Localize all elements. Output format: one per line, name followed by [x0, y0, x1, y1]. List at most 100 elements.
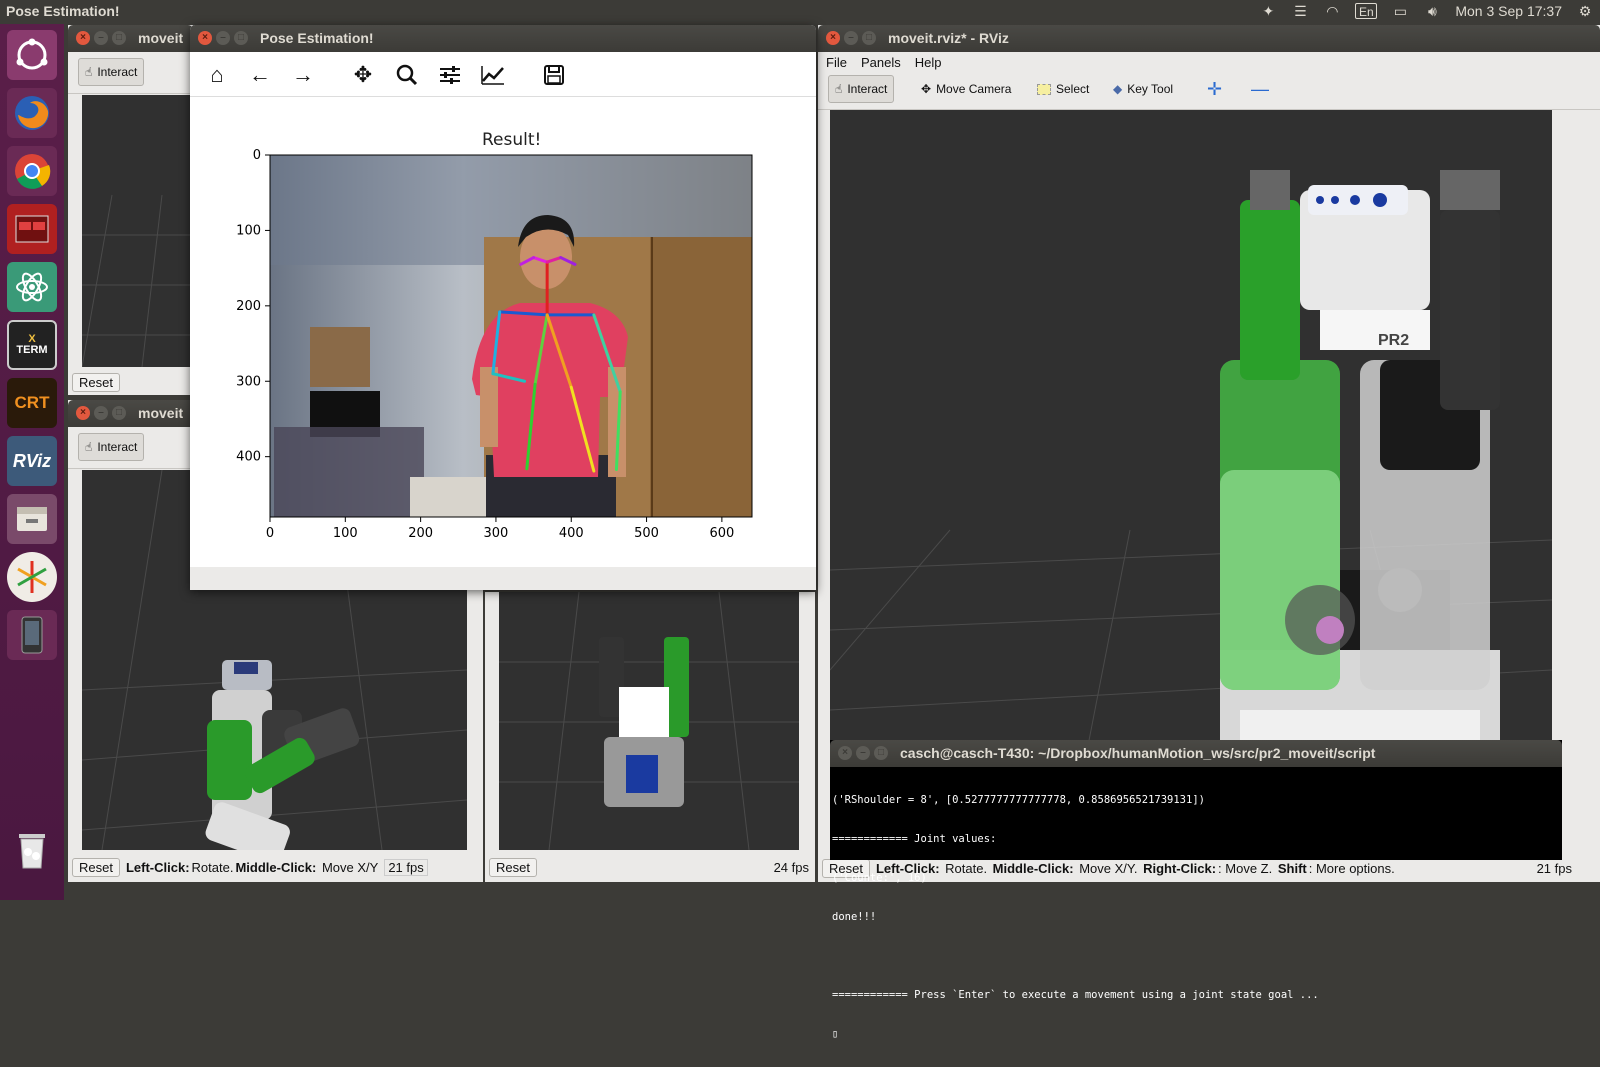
- minimize-icon[interactable]: –: [94, 406, 108, 420]
- fps-counter: 21 fps: [1536, 861, 1572, 876]
- compass-app-icon[interactable]: [7, 552, 57, 602]
- camera-image: [270, 155, 752, 517]
- terminal-line: ('RShoulder = 8', [0.5277777777777778, 0…: [832, 794, 1205, 806]
- close-icon[interactable]: ×: [198, 31, 212, 45]
- pr2-robot-top-view: [205, 660, 360, 850]
- y-tick-label: 400: [236, 450, 261, 465]
- remove-tool-button[interactable]: —: [1244, 75, 1276, 103]
- close-icon[interactable]: ×: [826, 31, 840, 45]
- crt-icon[interactable]: CRT: [7, 378, 57, 428]
- minimize-icon[interactable]: –: [844, 31, 858, 45]
- dropbox-icon[interactable]: ✦: [1259, 3, 1277, 19]
- maximize-icon[interactable]: □: [874, 746, 888, 760]
- 3d-viewport[interactable]: PR2: [830, 110, 1552, 838]
- menu-help[interactable]: Help: [915, 55, 942, 70]
- rviz-statusbar: Reset: [68, 370, 193, 395]
- reset-button[interactable]: Reset: [489, 857, 537, 877]
- maximize-icon[interactable]: □: [234, 31, 248, 45]
- add-tool-button[interactable]: ✛: [1200, 75, 1229, 103]
- maximize-icon[interactable]: □: [862, 31, 876, 45]
- terminal-window[interactable]: × – □ casch@casch-T430: ~/Dropbox/humanM…: [830, 740, 1562, 1040]
- battery-icon[interactable]: ▭: [1391, 3, 1409, 19]
- window-title: casch@casch-T430: ~/Dropbox/humanMotion_…: [900, 745, 1376, 761]
- fps-counter: 21 fps: [384, 858, 428, 876]
- move-camera-icon: ✥: [921, 82, 932, 96]
- y-axis: 0 100 200 300 400: [236, 148, 270, 465]
- gear-icon[interactable]: ⚙: [1576, 3, 1594, 19]
- minimize-icon[interactable]: –: [94, 31, 108, 45]
- system-tray: ✦ ☰ ◠ En ▭ 🔊︎ Mon 3 Sep 17:37 ⚙: [1259, 3, 1594, 19]
- back-arrow-icon[interactable]: ←: [245, 60, 275, 90]
- terminal-output[interactable]: ('RShoulder = 8', [0.5277777777777778, 0…: [832, 768, 1319, 1067]
- figure-canvas[interactable]: Result! 0 100 200 300 400 500 600 0 100 …: [190, 97, 816, 567]
- xterm-icon[interactable]: X TERM: [7, 320, 57, 370]
- launcher: X TERM CRT RViz: [0, 24, 64, 900]
- home-icon[interactable]: ⌂: [202, 60, 232, 90]
- status-middle-click-text: Move X/Y: [318, 859, 379, 875]
- clock[interactable]: Mon 3 Sep 17:37: [1455, 3, 1562, 19]
- hand-icon: ☝: [835, 82, 843, 96]
- close-icon[interactable]: ×: [838, 746, 852, 760]
- save-icon[interactable]: [539, 60, 569, 90]
- top-panel: Pose Estimation! ✦ ☰ ◠ En ▭ 🔊︎ Mon 3 Sep…: [0, 0, 1600, 24]
- reset-button[interactable]: Reset: [72, 857, 120, 877]
- x-tick-label: 400: [559, 526, 584, 541]
- menu-bar: File Panels Help: [818, 52, 1600, 72]
- zoom-icon[interactable]: [392, 60, 422, 90]
- forward-arrow-icon[interactable]: →: [288, 60, 318, 90]
- x-tick-label: 200: [408, 526, 433, 541]
- maximize-icon[interactable]: □: [112, 31, 126, 45]
- files-icon[interactable]: [7, 494, 57, 544]
- rviz-icon[interactable]: RViz: [7, 436, 57, 486]
- menu-panels[interactable]: Panels: [861, 55, 901, 70]
- x-tick-label: 300: [484, 526, 509, 541]
- terminal-line: ============ Joint values:: [832, 833, 997, 845]
- minimize-icon[interactable]: –: [216, 31, 230, 45]
- wifi-icon[interactable]: ◠: [1323, 3, 1341, 19]
- rviz-statusbar: Reset 24 fps: [485, 852, 815, 882]
- status-shift-text: : More options.: [1308, 861, 1395, 876]
- select-tool-button[interactable]: Select: [1030, 75, 1096, 103]
- pr2-robot-main: PR2: [1220, 170, 1500, 770]
- key-tool-button[interactable]: ◆ Key Tool: [1106, 75, 1180, 103]
- edit-axis-icon[interactable]: [478, 60, 508, 90]
- firefox-icon[interactable]: [7, 88, 57, 138]
- chrome-icon[interactable]: [7, 146, 57, 196]
- 3d-viewport[interactable]: [499, 592, 799, 850]
- volume-icon[interactable]: 🔊︎: [1423, 3, 1441, 19]
- subplots-config-icon[interactable]: [435, 60, 465, 90]
- move-camera-tool-button[interactable]: ✥ Move Camera: [914, 75, 1018, 103]
- keyboard-layout-indicator[interactable]: En: [1355, 3, 1378, 19]
- terminal-app-icon[interactable]: [7, 204, 57, 254]
- interact-tool-button[interactable]: ☝ Interact: [78, 433, 145, 461]
- trash-icon[interactable]: [7, 824, 57, 874]
- maximize-icon[interactable]: □: [112, 406, 126, 420]
- 3d-viewport[interactable]: [82, 95, 190, 367]
- y-tick-label: 200: [236, 299, 261, 314]
- menu-file[interactable]: File: [826, 55, 847, 70]
- reset-button[interactable]: Reset: [72, 373, 120, 392]
- close-icon[interactable]: ×: [76, 406, 90, 420]
- ubuntu-icon[interactable]: [7, 30, 57, 80]
- pan-icon[interactable]: ✥: [348, 60, 378, 90]
- terminal-line: ============ Press `Enter` to execute a …: [832, 989, 1319, 1001]
- figure-statusbar: [190, 567, 816, 590]
- fps-counter: 24 fps: [773, 859, 809, 875]
- x-tick-label: 100: [333, 526, 358, 541]
- phone-icon[interactable]: [7, 610, 57, 660]
- atom-icon[interactable]: [7, 262, 57, 312]
- x-tick-label: 0: [266, 526, 274, 541]
- interact-tool-button[interactable]: ☝ Interact: [828, 75, 895, 103]
- rviz-toolbar: ☝ Interact: [68, 52, 193, 94]
- y-tick-label: 100: [236, 223, 261, 238]
- window-titlebar: × – □ moveit.rviz* - RViz: [818, 25, 1600, 52]
- rviz-window-top-left: × – □ moveit ☝ Interact Reset: [68, 25, 193, 395]
- window-title: moveit: [138, 30, 184, 46]
- interact-tool-button[interactable]: ☝ Interact: [78, 58, 145, 86]
- hand-icon: ☝: [85, 65, 93, 79]
- y-tick-label: 300: [236, 374, 261, 389]
- menu-list-icon[interactable]: ☰: [1291, 3, 1309, 19]
- minimize-icon[interactable]: –: [856, 746, 870, 760]
- close-icon[interactable]: ×: [76, 31, 90, 45]
